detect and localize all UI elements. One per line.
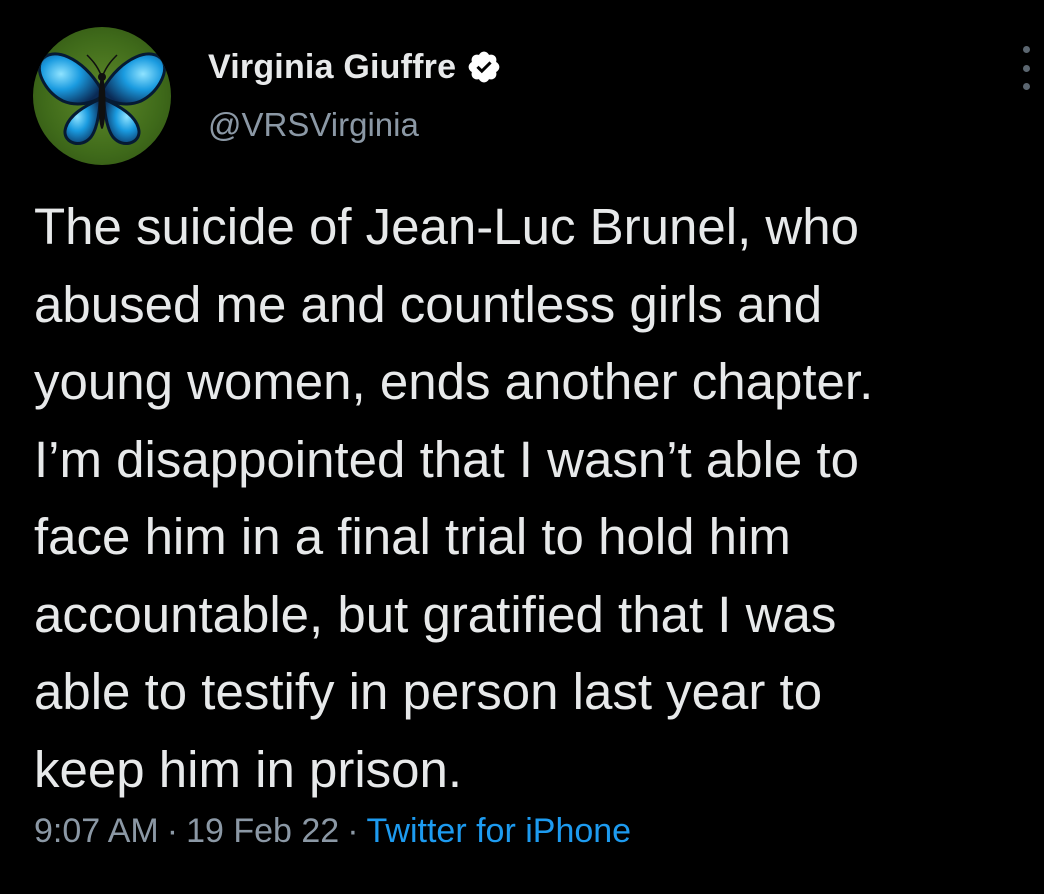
- tweet-text-line: face him in a final trial to hold him: [34, 508, 791, 565]
- tweet-source-link[interactable]: Twitter for iPhone: [367, 812, 632, 850]
- tweet-text-line: abused me and countless girls and: [34, 275, 823, 333]
- avatar[interactable]: [33, 27, 171, 165]
- tweet-time[interactable]: 9:07 AM: [34, 812, 159, 850]
- tweet-text-line: able to testify in person last year to: [34, 663, 823, 720]
- tweet-text-line: The suicide of Jean-Luc Brunel, who: [34, 198, 859, 255]
- more-dot: [1022, 64, 1030, 72]
- tweet-date[interactable]: 19 Feb 22: [186, 812, 339, 850]
- tweet-card: Virginia Giuffre @VRSVirginia The suicid…: [0, 0, 1044, 894]
- meta-separator: ·: [166, 812, 179, 850]
- tweet-text-line: young women, ends another chapter.: [34, 353, 874, 410]
- tweet-text-line: accountable, but gratified that I was: [34, 585, 837, 643]
- author-display-name[interactable]: Virginia Giuffre: [208, 48, 456, 87]
- tweet-text: The suicide of Jean-Luc Brunel, who abus…: [34, 188, 1034, 808]
- more-dot: [1022, 46, 1030, 53]
- tweet-text-line: I’m disappointed that I wasn’t able to: [34, 430, 859, 488]
- tweet-text-line: keep him in prison.: [34, 740, 463, 798]
- tweet-meta: 9:07 AM · 19 Feb 22 · Twitter for iPhone: [34, 812, 631, 851]
- butterfly-icon: [38, 52, 166, 146]
- author-handle[interactable]: @VRSVirginia: [208, 106, 419, 144]
- more-options-icon[interactable]: [1016, 46, 1036, 90]
- meta-separator: ·: [347, 812, 359, 850]
- more-dot: [1022, 83, 1030, 90]
- verified-badge-icon: [466, 49, 502, 85]
- author-name-row[interactable]: Virginia Giuffre: [208, 44, 502, 90]
